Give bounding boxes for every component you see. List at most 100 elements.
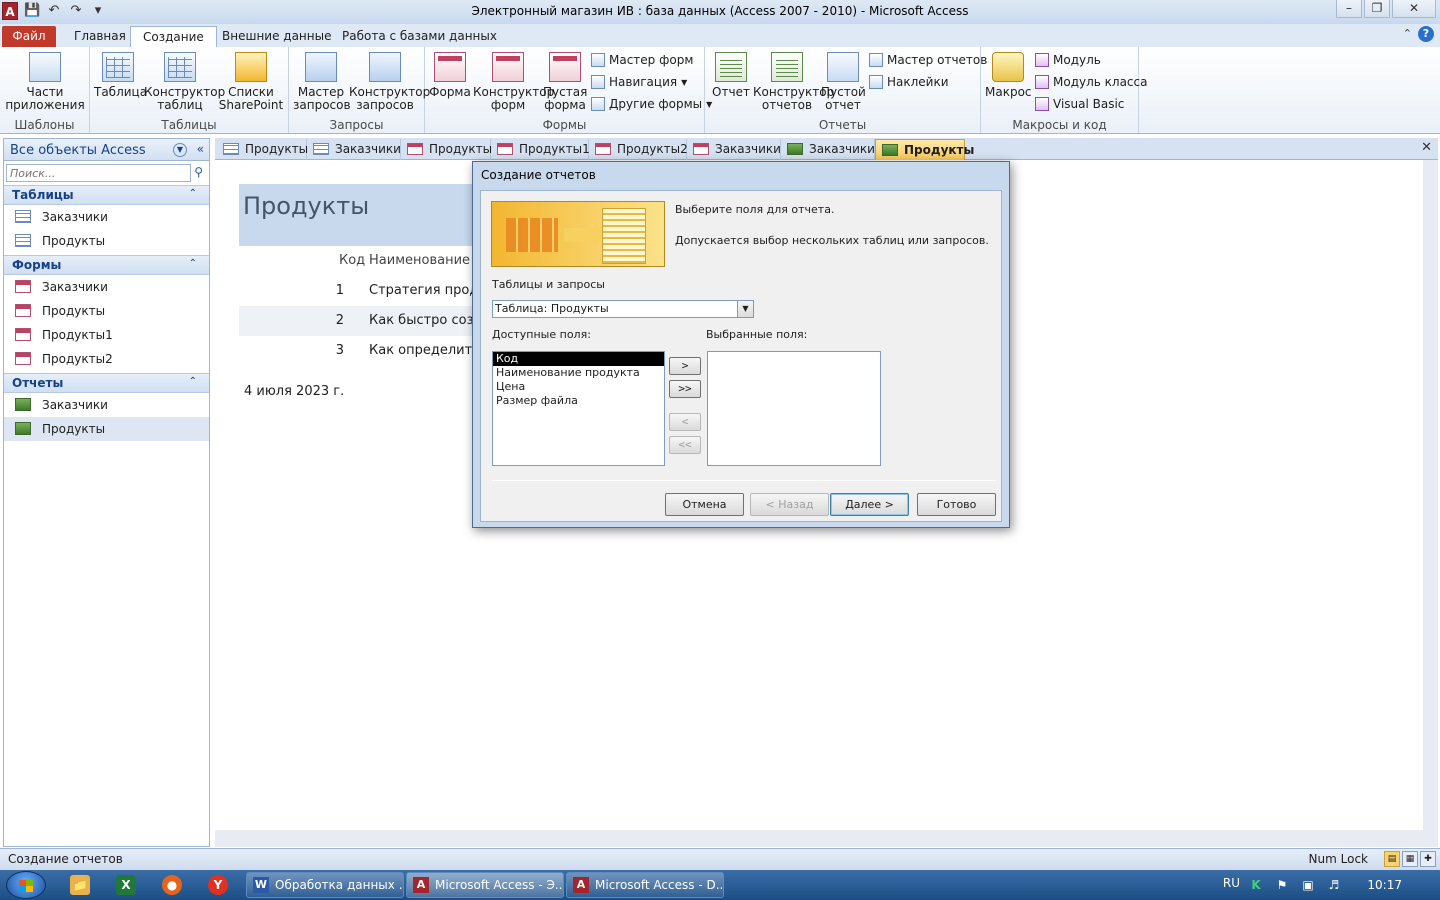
doc-tab-form-products1[interactable]: Продукты1 — [491, 139, 590, 160]
layout-view-icon[interactable]: ▦ — [1402, 851, 1418, 867]
action-center-flag-icon[interactable]: ⚑ — [1274, 877, 1290, 893]
remove-all-fields-button[interactable]: << — [669, 436, 701, 454]
query-wizard-button[interactable]: Мастер запросов — [293, 52, 351, 112]
selected-fields-list[interactable] — [707, 351, 881, 466]
language-indicator[interactable]: RU — [1223, 876, 1240, 890]
doc-tab-table-products[interactable]: Продукты — [217, 139, 308, 160]
report-view-icon[interactable]: ▤ — [1384, 851, 1400, 867]
form-wizard-button[interactable]: Мастер форм — [591, 53, 693, 67]
tab-external-data[interactable]: Внешние данные — [210, 26, 343, 47]
firefox-icon[interactable]: ● — [162, 875, 182, 895]
back-button[interactable]: < Назад — [750, 493, 829, 516]
design-view-icon[interactable]: ✚ — [1420, 851, 1436, 867]
tab-create[interactable]: Создание — [130, 26, 217, 47]
tab-home[interactable]: Главная — [62, 26, 138, 47]
report-col-name: Наименование п — [369, 253, 483, 268]
nav-section-reports[interactable]: Отчеты ⌃ — [4, 373, 209, 393]
report-button[interactable]: Отчет — [709, 52, 753, 99]
tables-queries-select[interactable]: Таблица: Продукты ▼ — [492, 300, 754, 318]
maximize-button[interactable]: ❐ — [1364, 0, 1390, 18]
form-button[interactable]: Форма — [429, 52, 471, 99]
module-button[interactable]: Модуль — [1035, 53, 1101, 67]
nav-section-forms[interactable]: Формы ⌃ — [4, 255, 209, 275]
doc-tab-form-products2[interactable]: Продукты2 — [589, 139, 688, 160]
collapse-pane-icon[interactable]: « — [197, 142, 204, 156]
nav-item-form-products[interactable]: Продукты — [4, 299, 209, 323]
nav-item-form-customers[interactable]: Заказчики — [4, 275, 209, 299]
help-icon[interactable]: ? — [1418, 26, 1434, 42]
query-design-button[interactable]: Конструктор запросов — [349, 52, 430, 112]
report-design-button[interactable]: Конструктор отчетов — [753, 52, 834, 112]
nav-section-tables[interactable]: Таблицы ⌃ — [4, 185, 209, 205]
collapse-section-icon[interactable]: ⌃ — [189, 258, 197, 269]
taskbar-task-access-2[interactable]: A Microsoft Access - D... — [566, 872, 724, 898]
nav-search-input[interactable] — [6, 164, 191, 182]
app-parts-button[interactable]: Части приложения — [4, 52, 86, 112]
tab-database-tools[interactable]: Работа с базами данных — [330, 26, 509, 47]
nav-item-report-customers[interactable]: Заказчики — [4, 393, 209, 417]
class-module-button[interactable]: Модуль класса — [1035, 75, 1147, 89]
visual-basic-button[interactable]: Visual Basic — [1035, 97, 1124, 111]
list-item[interactable]: Код — [493, 352, 664, 366]
table-design-button[interactable]: Конструктор таблиц — [144, 52, 225, 112]
report-wizard-button[interactable]: Мастер отчетов — [869, 53, 987, 67]
group-templates: Части приложения Шаблоны — [0, 47, 90, 133]
form-design-button[interactable]: Конструктор форм — [473, 52, 554, 112]
list-item[interactable]: Цена — [493, 380, 664, 394]
start-button[interactable] — [6, 871, 46, 899]
list-item[interactable]: Наименование продукта — [493, 366, 664, 380]
more-forms-button[interactable]: Другие формы ▼ — [591, 97, 712, 111]
kaspersky-icon[interactable]: K — [1248, 877, 1264, 893]
collapse-section-icon[interactable]: ⌃ — [189, 188, 197, 199]
finish-button[interactable]: Готово — [917, 493, 996, 516]
labels-button[interactable]: Наклейки — [869, 75, 949, 89]
search-icon[interactable]: ⚲ — [194, 165, 203, 179]
taskbar-task-access-1[interactable]: A Microsoft Access - Э... — [406, 872, 564, 898]
close-document-icon[interactable]: ✕ — [1421, 140, 1432, 155]
volume-icon[interactable]: ♬ — [1326, 877, 1342, 893]
nav-item-report-products[interactable]: Продукты — [4, 417, 209, 441]
doc-tab-form-customers[interactable]: Заказчики — [687, 139, 781, 160]
nav-header[interactable]: Все объекты Access ▼ « — [4, 139, 209, 161]
minimize-button[interactable]: – — [1336, 0, 1362, 18]
table-icon — [15, 210, 31, 223]
taskbar-task-word[interactable]: W Обработка данных ... — [246, 872, 404, 898]
blank-form-button[interactable]: Пустая форма — [543, 52, 587, 112]
close-button[interactable]: ✕ — [1392, 0, 1436, 18]
more-forms-icon — [591, 97, 605, 111]
clock[interactable]: 10:17 — [1367, 878, 1402, 892]
chevron-down-icon[interactable]: ▼ — [173, 143, 187, 157]
table-button[interactable]: Таблица — [94, 52, 147, 99]
doc-tab-form-products[interactable]: Продукты — [401, 139, 492, 160]
nav-item-form-products1[interactable]: Продукты1 — [4, 323, 209, 347]
remove-field-button[interactable]: < — [669, 413, 701, 431]
cancel-button[interactable]: Отмена — [665, 493, 744, 516]
list-item[interactable]: Размер файла — [493, 394, 664, 408]
nav-title: Все объекты Access — [10, 143, 146, 158]
doc-tab-report-customers[interactable]: Заказчики — [781, 139, 875, 160]
doc-tab-report-products[interactable]: Продукты — [875, 139, 974, 160]
collapse-section-icon[interactable]: ⌃ — [189, 376, 197, 387]
chevron-down-icon[interactable]: ▼ — [737, 301, 753, 317]
doc-tab-table-customers[interactable]: Заказчики — [307, 139, 401, 160]
macro-button[interactable]: Макрос — [985, 52, 1032, 99]
report-icon — [15, 422, 31, 435]
sharepoint-lists-button[interactable]: Списки SharePoint — [216, 52, 286, 112]
word-icon: W — [253, 877, 269, 893]
excel-icon[interactable]: X — [116, 875, 136, 895]
add-all-fields-button[interactable]: >> — [669, 380, 701, 398]
nav-item-form-products2[interactable]: Продукты2 — [4, 347, 209, 371]
tab-file[interactable]: Файл — [2, 26, 56, 47]
dialog-title: Создание отчетов — [481, 168, 596, 182]
network-icon[interactable]: ▣ — [1300, 877, 1316, 893]
nav-item-table-products[interactable]: Продукты — [4, 229, 209, 253]
file-explorer-icon[interactable]: 📁 — [70, 875, 90, 895]
next-button[interactable]: Далее > — [830, 493, 909, 516]
available-fields-list[interactable]: Код Наименование продукта Цена Размер фа… — [492, 351, 665, 466]
yandex-browser-icon[interactable]: Y — [208, 875, 228, 895]
navigation-button[interactable]: Навигация ▼ — [591, 75, 687, 89]
minimize-ribbon-icon[interactable]: ⌃ — [1403, 27, 1412, 40]
nav-item-table-customers[interactable]: Заказчики — [4, 205, 209, 229]
add-field-button[interactable]: > — [669, 357, 701, 375]
blank-report-button[interactable]: Пустой отчет — [821, 52, 866, 112]
